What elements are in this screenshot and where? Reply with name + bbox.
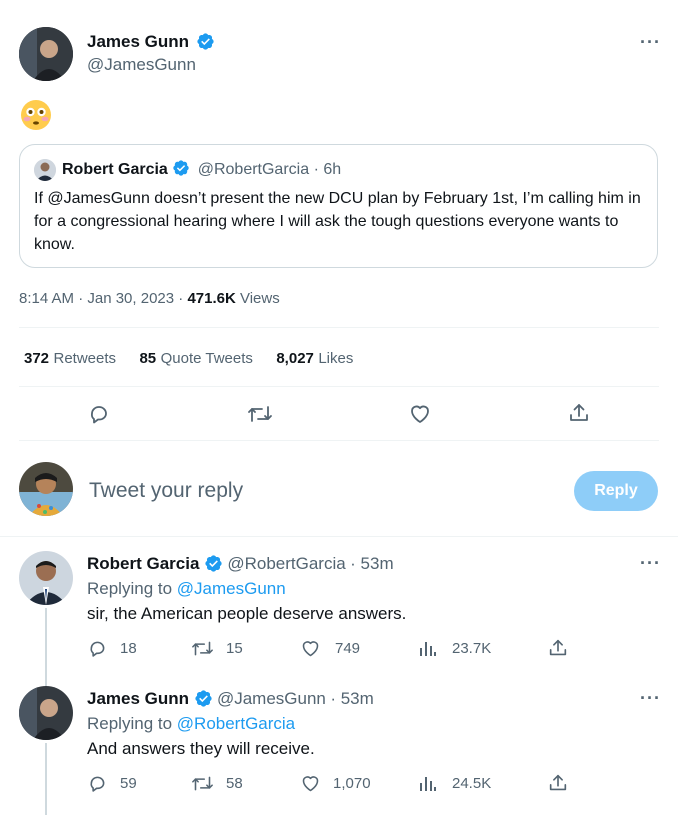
reply-text: And answers they will receive. (87, 739, 315, 758)
verified-badge-icon (197, 32, 214, 50)
reply-action-icon (90, 776, 105, 792)
retweets-stat[interactable]: 372 Retweets (24, 350, 116, 367)
quoted-time: · 6h (313, 161, 342, 178)
reply-time[interactable]: · 53m (350, 554, 393, 573)
share-action-icon (549, 639, 567, 656)
quoted-tweet-card[interactable]: Robert Garcia @RobertGarcia · 6h If @Jam… (19, 144, 658, 268)
retweet-count: 15 (226, 640, 243, 657)
replying-to: Replying to @RobertGarcia (87, 714, 296, 733)
reply-author-avatar[interactable] (19, 551, 73, 605)
reply-like-button[interactable]: 1,070 (300, 773, 371, 794)
like-action-icon (302, 641, 319, 657)
reply-retweet-button[interactable]: 15 (191, 638, 243, 659)
quoted-author-avatar (34, 159, 56, 181)
retweet-action-icon[interactable] (247, 402, 273, 431)
views-count: 23.7K (452, 639, 492, 657)
reply-author-avatar[interactable] (19, 686, 73, 740)
views-chart-icon (420, 777, 436, 791)
reply-author-name[interactable]: Robert Garcia (87, 554, 199, 573)
views-count: 24.5K (452, 774, 492, 792)
share-action-icon[interactable] (567, 401, 591, 430)
flushed-face-icon (21, 100, 51, 130)
retweet-action-icon (192, 776, 213, 791)
quoted-author-name: Robert Garcia (62, 161, 168, 178)
like-count: 1,070 (333, 775, 371, 792)
quoted-tweet-text: If @JamesGunn doesn’t present the new DC… (34, 190, 641, 253)
share-action-icon (549, 774, 567, 791)
divider (19, 327, 659, 328)
verified-badge-icon (205, 555, 222, 572)
my-avatar[interactable] (19, 462, 73, 516)
reply-time[interactable]: · 53m (330, 689, 373, 708)
reply-views-button[interactable]: 23.7K (418, 638, 491, 658)
reply-reply-button[interactable]: 59 (87, 773, 137, 794)
replying-to-link[interactable]: @RobertGarcia (177, 714, 295, 733)
views-label: Views (235, 290, 280, 307)
quoted-author-handle: @RobertGarcia (197, 161, 310, 178)
reply-like-button[interactable]: 749 (300, 638, 360, 659)
views-count: 471.6K (187, 290, 236, 307)
reply-reply-button[interactable]: 18 (87, 638, 137, 659)
author-name[interactable]: James Gunn (87, 32, 215, 52)
reply-share-button[interactable] (547, 637, 569, 664)
verified-badge-icon (194, 690, 212, 707)
thread-line (45, 743, 47, 815)
reply-action-icon[interactable] (87, 402, 111, 431)
author-handle[interactable]: @JamesGunn (87, 55, 196, 75)
replying-to-link[interactable]: @JamesGunn (177, 579, 286, 598)
likes-stat[interactable]: 8,027 Likes (276, 350, 353, 367)
reply-button[interactable]: Reply (574, 471, 658, 511)
quote-tweets-stat[interactable]: 85 Quote Tweets (139, 350, 252, 367)
like-action-icon[interactable] (408, 402, 432, 431)
reply-author-name[interactable]: James Gunn (87, 689, 189, 708)
divider (19, 440, 659, 441)
reply-views-button[interactable]: 24.5K (418, 773, 491, 793)
engagement-stats: 372 Retweets 85 Quote Tweets 8,027 Likes (24, 350, 353, 368)
reply-text: sir, the American people deserve answers… (87, 604, 407, 623)
views-chart-icon (420, 642, 436, 656)
reply-input[interactable]: Tweet your reply (89, 479, 243, 503)
author-avatar[interactable] (19, 27, 73, 81)
retweet-count: 58 (226, 775, 243, 792)
more-options-icon[interactable]: ··· (640, 688, 661, 709)
reply-action-icon (90, 641, 105, 657)
retweet-action-icon (192, 641, 213, 656)
like-action-icon (302, 776, 319, 792)
verified-badge-icon (173, 160, 189, 176)
divider (19, 386, 659, 387)
tweet-timestamp[interactable]: 8:14 AM · Jan 30, 2023 · 471.6K Views (19, 290, 280, 307)
more-options-icon[interactable]: ··· (640, 32, 661, 53)
tweet-emoji (19, 98, 53, 132)
divider (0, 536, 678, 537)
reply-count: 59 (120, 775, 137, 792)
replying-to: Replying to @JamesGunn (87, 579, 286, 598)
reply-retweet-button[interactable]: 58 (191, 773, 243, 794)
reply-author-handle[interactable]: @RobertGarcia (227, 554, 345, 573)
more-options-icon[interactable]: ··· (640, 553, 661, 574)
reply-header: Robert Garcia @RobertGarcia · 53m (87, 554, 394, 574)
reply-share-button[interactable] (547, 772, 569, 799)
reply-author-handle[interactable]: @JamesGunn (217, 689, 326, 708)
thread-line (45, 608, 47, 686)
like-count: 749 (335, 640, 361, 657)
reply-count: 18 (120, 640, 137, 657)
reply-header: James Gunn @JamesGunn · 53m (87, 689, 374, 709)
